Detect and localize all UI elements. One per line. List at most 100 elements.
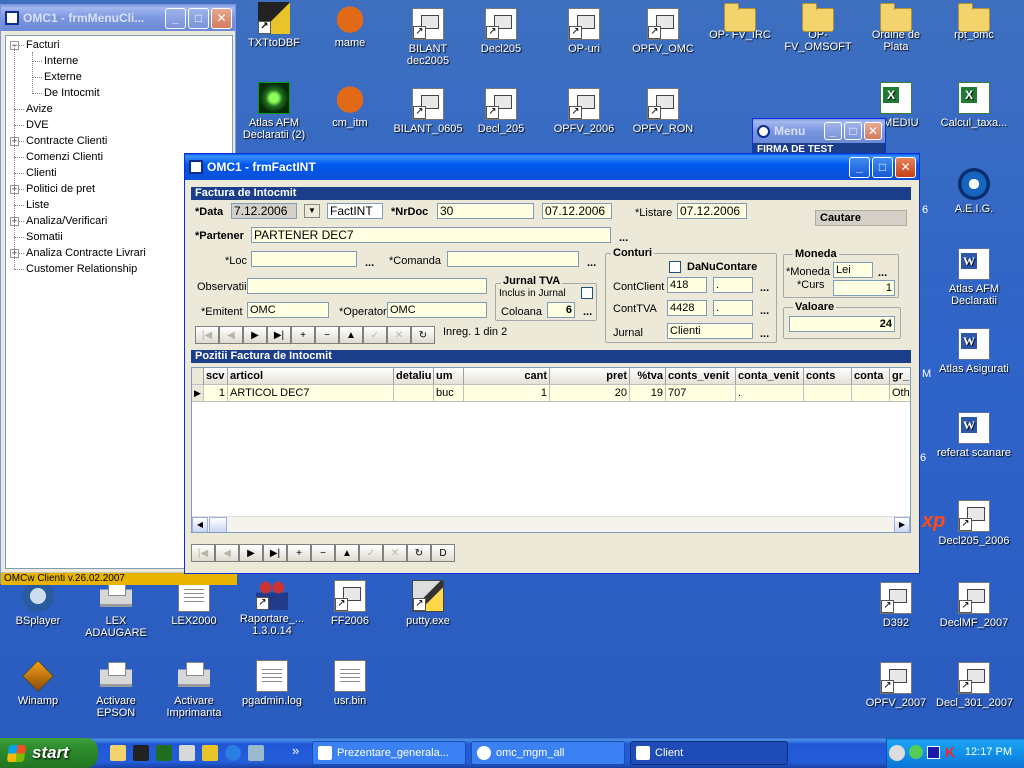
column-header[interactable]: detaliu (394, 368, 434, 385)
scroll-left-icon[interactable]: ◀ (192, 517, 208, 532)
loc-lookup-button[interactable]: ... (365, 257, 374, 269)
desktop-icon[interactable]: cm_itm (312, 82, 388, 129)
add-record-button[interactable]: + (291, 326, 315, 344)
danucontare-checkbox[interactable] (669, 261, 681, 273)
quicklaunch-chevron[interactable]: » (292, 743, 299, 758)
minimize-button[interactable]: _ (824, 122, 842, 140)
desktop-icon[interactable]: Ordine de Plata (858, 2, 934, 53)
tree-item[interactable]: Avize (26, 102, 53, 116)
column-header[interactable]: conta (852, 368, 890, 385)
network-icon[interactable] (248, 745, 264, 761)
close-button[interactable]: ✕ (895, 156, 916, 178)
desktop-icon[interactable]: OPFV_OMC (625, 8, 701, 55)
desktop-icon[interactable]: Activare Imprimanta (156, 660, 232, 719)
mini-menu-titlebar[interactable]: Menu _ □ ✕ (753, 119, 885, 143)
grid-cell[interactable]: . (736, 385, 804, 402)
maximize-button[interactable]: □ (188, 7, 209, 29)
desktop-icon[interactable]: LEX2000 (156, 580, 232, 627)
tray-k-icon[interactable]: K (945, 744, 955, 760)
curs-field[interactable]: 1 (833, 280, 895, 296)
form-window[interactable]: OMC1 - frmFactINT _ □ ✕ Factura de Intoc… (184, 153, 920, 574)
cancel-button[interactable]: ✕ (383, 544, 407, 562)
prev-record-button[interactable]: ◀ (219, 326, 243, 344)
loc-field[interactable] (251, 251, 357, 267)
column-header[interactable]: pret (550, 368, 630, 385)
first-record-button[interactable]: |◀ (191, 544, 215, 562)
record-navigator-bottom[interactable]: |◀ ◀ ▶ ▶| + − ▲ ✓ ✕ ↻ D (191, 544, 455, 562)
desktop-icon[interactable]: OPFV_2007 (858, 662, 934, 709)
horizontal-scrollbar[interactable]: ◀ ▶ (192, 516, 910, 532)
up-button[interactable]: ▲ (339, 326, 363, 344)
desktop-icon[interactable]: Atlas AFM Declaratii (936, 248, 1012, 307)
conttva-field[interactable]: 4428 (667, 300, 707, 316)
command-prompt-icon[interactable] (133, 745, 149, 761)
data-dropdown-button[interactable]: ▼ (304, 204, 320, 218)
form-window-titlebar[interactable]: OMC1 - frmFactINT _ □ ✕ (185, 154, 919, 180)
grid-cell[interactable]: 19 (630, 385, 666, 402)
mini-menu-window[interactable]: Menu _ □ ✕ FIRMA DE TEST (752, 118, 886, 158)
desktop-icon[interactable]: Winamp (0, 660, 76, 707)
scroll-thumb[interactable] (209, 517, 227, 532)
comanda-lookup-button[interactable]: ... (587, 257, 596, 269)
delete-record-button[interactable]: − (311, 544, 335, 562)
inclus-jurnal-checkbox[interactable] (581, 287, 593, 299)
tree-item[interactable]: DVE (26, 118, 49, 132)
menu-window-titlebar[interactable]: OMC1 - frmMenuCli... _ □ ✕ (1, 5, 235, 31)
grid-cell[interactable] (852, 385, 890, 402)
confirm-button[interactable]: ✓ (363, 326, 387, 344)
column-header[interactable]: conta_venit (736, 368, 804, 385)
contclient-lookup-button[interactable]: ... (760, 282, 769, 294)
confirm-button[interactable]: ✓ (359, 544, 383, 562)
grid-cell[interactable]: buc (434, 385, 464, 402)
tree-item[interactable]: Contracte Clienti (26, 134, 107, 148)
last-record-button[interactable]: ▶| (263, 544, 287, 562)
tray-network-icon[interactable] (909, 745, 923, 759)
minimize-button[interactable]: _ (165, 7, 186, 29)
app-icon[interactable] (179, 745, 195, 761)
partener-lookup-button[interactable]: ... (619, 232, 628, 244)
column-header[interactable]: um (434, 368, 464, 385)
folder-icon[interactable] (110, 745, 126, 761)
listare-field[interactable]: 07.12.2006 (677, 203, 747, 219)
tray-media-icon[interactable] (927, 746, 940, 759)
column-header[interactable]: %tva (630, 368, 666, 385)
desktop-icon[interactable]: Decl_301_2007 (936, 662, 1013, 709)
operator-field[interactable]: OMC (387, 302, 487, 318)
refresh-button[interactable]: ↻ (407, 544, 431, 562)
grid-cell[interactable]: 707 (666, 385, 736, 402)
desktop-icon[interactable]: Calcul_taxa... (936, 82, 1012, 129)
grid-cell[interactable]: ▶ (192, 385, 204, 402)
internet-explorer-icon[interactable] (225, 745, 241, 761)
prev-record-button[interactable]: ◀ (215, 544, 239, 562)
tree-item[interactable]: Liste (26, 198, 49, 212)
observatii-field[interactable] (247, 278, 487, 294)
refresh-button[interactable]: ↻ (411, 326, 435, 344)
task-client[interactable]: Client (630, 741, 788, 765)
tree-item[interactable]: Clienti (26, 166, 57, 180)
grid-cell[interactable] (394, 385, 434, 402)
cautare-button[interactable]: Cautare (815, 210, 907, 226)
grid-cell[interactable]: 1 (204, 385, 228, 402)
task-omc-mgm-all[interactable]: omc_mgm_all (471, 741, 625, 765)
desktop-icon[interactable]: Raportare_... 1.3.0.14 (234, 578, 310, 637)
desktop-icon[interactable]: putty.exe (390, 580, 466, 627)
start-button[interactable]: start (0, 738, 98, 768)
desktop-icon[interactable]: OP- FV_OMSOFT (780, 2, 856, 53)
nrdoc-field[interactable]: 30 (437, 203, 534, 219)
partener-field[interactable]: PARTENER DEC7 (251, 227, 611, 243)
up-button[interactable]: ▲ (335, 544, 359, 562)
record-navigator-top[interactable]: |◀ ◀ ▶ ▶| + − ▲ ✓ ✕ ↻ (195, 326, 435, 344)
grid-cell[interactable]: ARTICOL DEC7 (228, 385, 394, 402)
conttva-lookup-button[interactable]: ... (760, 305, 769, 317)
grid-cell[interactable]: Oth (890, 385, 910, 402)
moneda-field[interactable]: Lei (833, 262, 873, 278)
tree-item[interactable]: De Intocmit (44, 86, 100, 100)
jurnal-field[interactable]: Clienti (667, 323, 753, 339)
tree-item[interactable]: Externe (44, 70, 82, 84)
desktop-icon[interactable]: OP- FV_IRC (702, 2, 778, 41)
column-header[interactable]: conts_venit (666, 368, 736, 385)
desktop-icon[interactable]: D392 (858, 582, 934, 629)
contclient-analytic-field[interactable]: . (713, 277, 753, 293)
grid-cell[interactable]: 20 (550, 385, 630, 402)
desktop-icon[interactable]: Atlas Asigurati (936, 328, 1012, 375)
